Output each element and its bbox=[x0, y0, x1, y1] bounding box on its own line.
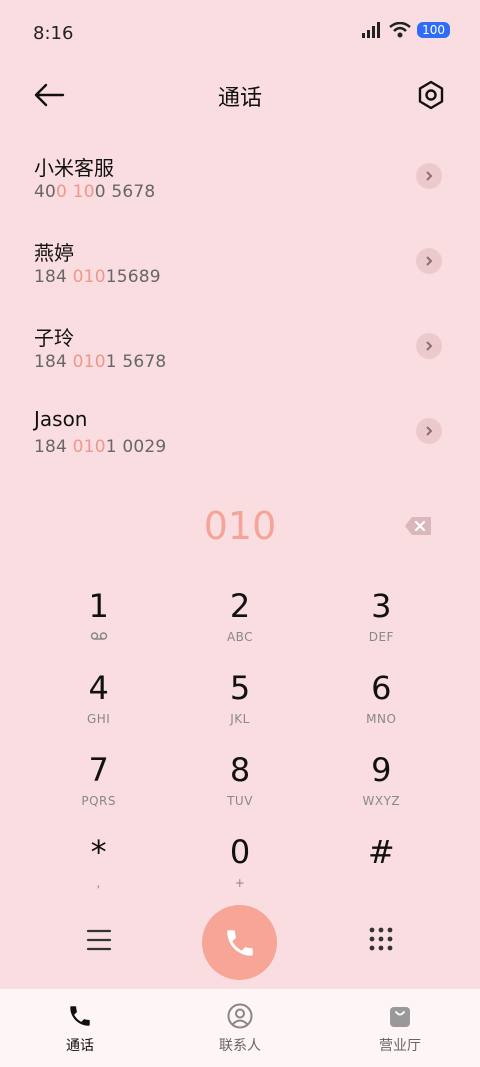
signal-icon bbox=[362, 22, 381, 38]
key-6[interactable]: 6 MNO bbox=[311, 664, 452, 746]
bottom-navigation: 通话 联系人 营业厅 bbox=[0, 989, 480, 1067]
phone-icon bbox=[70, 1006, 90, 1026]
tab-calls[interactable]: 通话 bbox=[0, 989, 160, 1067]
tab-label: 营业厅 bbox=[379, 1038, 421, 1054]
key-9[interactable]: 9 WXYZ bbox=[311, 746, 452, 828]
key-1[interactable]: 1 bbox=[28, 582, 169, 664]
status-icons: 100 bbox=[361, 22, 450, 38]
key-7[interactable]: 7 PQRS bbox=[28, 746, 169, 828]
list-item-contact[interactable]: 子玲 184 0101 5678 bbox=[0, 310, 480, 395]
list-item-contact[interactable]: 小米客服 400 100 5678 bbox=[0, 140, 480, 225]
header: 通话 bbox=[0, 68, 480, 122]
contact-name: 燕婷 bbox=[34, 241, 74, 265]
chevron-right-icon[interactable] bbox=[416, 418, 442, 444]
dial-keypad: 1 2 ABC 3 DEF 4 GHI 5 JKL 6 MNO 7 PQRS 8… bbox=[28, 582, 452, 910]
phone-icon bbox=[226, 929, 253, 956]
key-3[interactable]: 3 DEF bbox=[311, 582, 452, 664]
tab-label: 通话 bbox=[66, 1038, 94, 1054]
wifi-icon bbox=[389, 22, 411, 38]
contact-number: 184 01015689 bbox=[34, 267, 161, 287]
contact-name: Jason bbox=[34, 407, 88, 431]
key-5[interactable]: 5 JKL bbox=[169, 664, 310, 746]
list-item-contact[interactable]: 燕婷 184 01015689 bbox=[0, 225, 480, 310]
settings-gear-icon[interactable] bbox=[414, 78, 448, 112]
key-2[interactable]: 2 ABC bbox=[169, 582, 310, 664]
contact-name: 小米客服 bbox=[34, 156, 114, 180]
key-4[interactable]: 4 GHI bbox=[28, 664, 169, 746]
status-time: 8:16 bbox=[33, 23, 74, 44]
chevron-right-icon[interactable] bbox=[416, 248, 442, 274]
voicemail-icon bbox=[28, 630, 169, 644]
key-star[interactable]: * , bbox=[28, 828, 169, 910]
search-results-list: 小米客服 400 100 5678 燕婷 184 01015689 子玲 184… bbox=[0, 140, 480, 480]
chevron-right-icon[interactable] bbox=[416, 333, 442, 359]
key-8[interactable]: 8 TUV bbox=[169, 746, 310, 828]
backspace-icon[interactable] bbox=[404, 516, 432, 536]
contact-number: 184 0101 0029 bbox=[34, 437, 167, 457]
key-0[interactable]: 0 + bbox=[169, 828, 310, 910]
call-button[interactable] bbox=[202, 905, 277, 980]
page-title: 通话 bbox=[217, 86, 262, 111]
contact-number: 400 100 5678 bbox=[34, 182, 156, 202]
chevron-right-icon[interactable] bbox=[416, 163, 442, 189]
dialpad-icon[interactable] bbox=[368, 926, 394, 954]
status-bar: 8:16 100 bbox=[0, 0, 480, 68]
list-item-contact[interactable]: Jason 184 0101 0029 bbox=[0, 395, 480, 480]
tab-service-hall[interactable]: 营业厅 bbox=[320, 989, 480, 1067]
dialer-actions bbox=[0, 905, 480, 980]
tab-contacts[interactable]: 联系人 bbox=[160, 989, 320, 1067]
contact-number: 184 0101 5678 bbox=[34, 352, 167, 372]
tab-label: 联系人 bbox=[219, 1038, 261, 1054]
menu-icon[interactable] bbox=[86, 927, 112, 953]
key-hash[interactable]: # bbox=[311, 828, 452, 910]
battery-indicator: 100 bbox=[417, 22, 450, 38]
contact-icon bbox=[227, 1003, 253, 1029]
store-bag-icon bbox=[390, 1007, 410, 1027]
contact-name: 子玲 bbox=[34, 326, 74, 350]
dial-display: 010 bbox=[0, 500, 480, 554]
